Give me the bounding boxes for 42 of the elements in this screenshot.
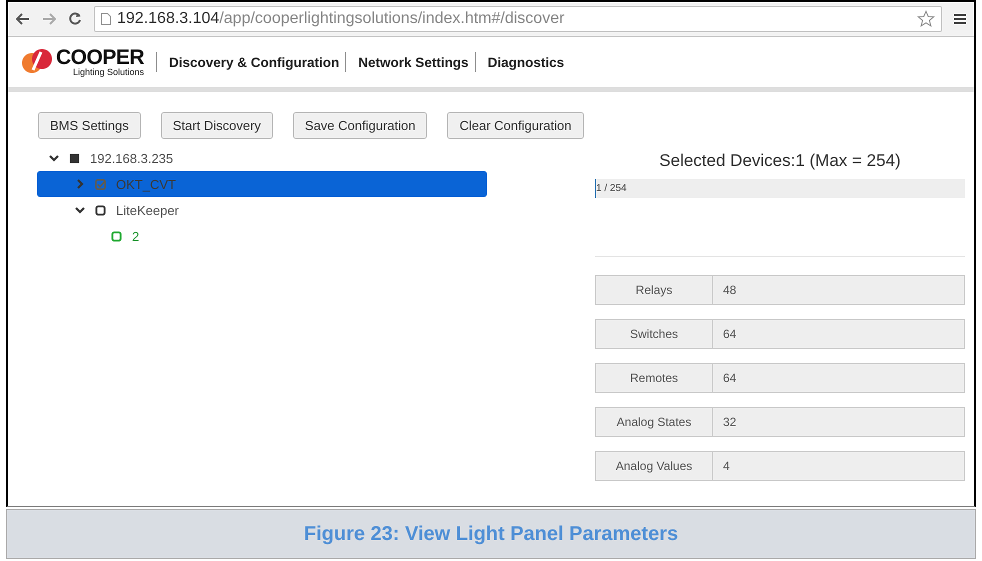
toolbar-button[interactable]: BMS Settings [38,112,141,139]
logo-tagline: Lighting Solutions [72,68,144,77]
parameter-value-field: 64 [713,363,965,393]
checked-box-icon [95,178,106,190]
tree-item-label: 192.168.3.235 [90,150,174,166]
parameter-label: Analog States [595,407,713,437]
square-icon [95,204,106,216]
parameter-value-field: 4 [713,451,965,481]
parameter-label: Analog Values [595,451,713,481]
tree-item-label: OKT_CVT [116,176,176,192]
tree-item-label: LiteKeeper [116,202,179,218]
toolbar-button[interactable]: Clear Configuration [447,112,584,139]
parameter-value-field: 64 [713,319,965,349]
parameter-label: Remotes [595,363,713,393]
address-bar[interactable]: 192.168.3.104/app/cooperlightingsolutions/index.htm#/discover [94,6,942,32]
selected-devices-title: Selected Devices:1 (Max = 254) [658,150,902,172]
menu-icon[interactable] [954,13,966,25]
toolbar-button[interactable]: Start Discovery [160,112,273,139]
parameter-value-field: 48 [713,275,965,305]
back-icon[interactable] [16,13,30,25]
logo-name: COOPER [56,47,144,68]
page-icon [101,13,111,25]
progress-text: 1 / 254 [595,183,627,194]
reload-icon[interactable] [68,12,82,26]
tree-item[interactable]: 2 [37,223,487,249]
nav-link[interactable]: Discovery & Configuration [169,54,340,70]
parameter-value-field: 32 [713,407,965,437]
chevron-down-icon[interactable] [49,153,59,163]
tree-item[interactable]: LiteKeeper [37,197,487,223]
tree-item-label: 2 [132,228,140,244]
star-icon[interactable] [917,10,935,28]
nav-link[interactable]: Network Settings [358,54,469,70]
nav-link[interactable]: Diagnostics [488,54,564,70]
url-text: 192.168.3.104/app/cooperlightingsolutions/index.htm#/discover [117,10,566,28]
parameter-label: Relays [595,275,713,305]
toolbar-button[interactable]: Save Configuration [292,112,428,139]
square-icon [111,230,122,242]
chevron-down-icon[interactable] [75,205,85,215]
square-icon [69,152,80,164]
figure-caption: Figure 23: View Light Panel Parameters [6,509,976,559]
tree-item[interactable]: 192.168.3.235 [37,145,487,171]
parameter-label: Switches [595,319,713,349]
